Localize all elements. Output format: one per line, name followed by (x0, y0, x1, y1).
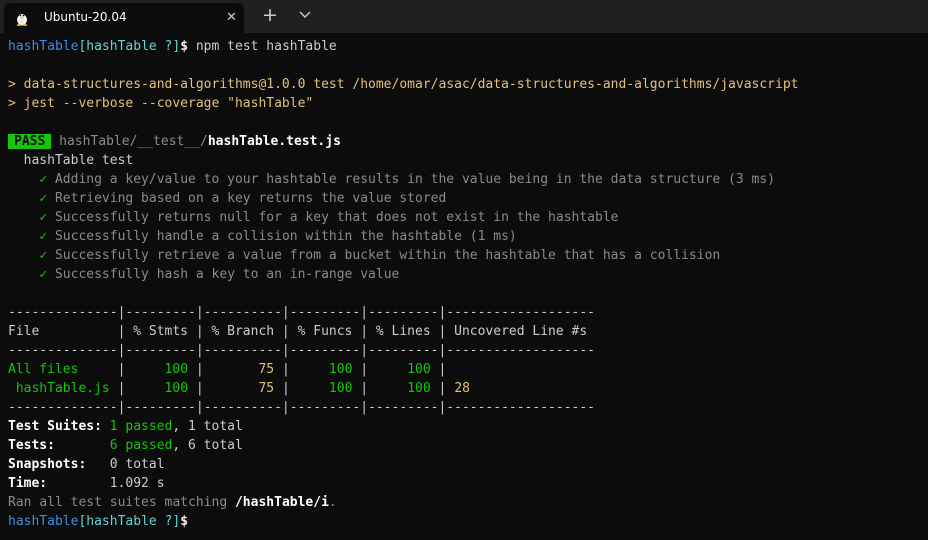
chevron-down-icon[interactable] (298, 9, 312, 21)
prompt-symbol: $ (180, 514, 189, 529)
coverage-row: All files | 100 | 75 | 100 | 100 | (8, 360, 920, 379)
pass-badge: PASS (8, 134, 52, 149)
test-case-label: Retrieving based on a key returns the va… (54, 191, 447, 206)
suite-name: hashTable test (23, 153, 134, 168)
test-case-label: Adding a key/value to your hashtable res… (54, 172, 776, 187)
check-icon: ✓ (39, 248, 48, 263)
check-icon: ✓ (39, 267, 48, 282)
coverage-uncovered: 28 (454, 381, 471, 396)
test-case: ✓ Adding a key/value to your hashtable r… (8, 170, 920, 189)
test-file-line: PASS hashTable/__test__/hashTable.test.j… (8, 132, 920, 151)
test-case: ✓ Successfully retrieve a value from a b… (8, 246, 920, 265)
summary-ran: Ran all test suites matching /hashTable/… (8, 495, 337, 510)
new-tab-button[interactable]: + (262, 5, 278, 25)
coverage-stmts: 100 (125, 381, 189, 396)
test-case: ✓ Retrieving based on a key returns the … (8, 189, 920, 208)
test-path-file: hashTable.test.js (207, 134, 341, 149)
coverage-header: File | % Stmts | % Branch | % Funcs | % … (8, 324, 588, 339)
terminal-output[interactable]: hashTable[hashTable ?]$ npm test hashTab… (8, 37, 920, 531)
coverage-separator: --------------|---------|----------|----… (8, 400, 595, 415)
linux-tux-icon (16, 11, 28, 26)
prompt-branch: [hashTable ?] (78, 39, 181, 54)
coverage-lines: 100 (368, 362, 431, 377)
test-case-label: Successfully retrieve a value from a buc… (54, 248, 721, 263)
check-icon: ✓ (39, 191, 48, 206)
coverage-file: hashTable.js (8, 381, 118, 396)
coverage-row: hashTable.js | 100 | 75 | 100 | 100 | 28 (8, 381, 471, 396)
close-icon[interactable]: ✕ (226, 10, 237, 26)
prompt-line: hashTable[hashTable ?]$ npm test hashTab… (8, 37, 920, 56)
coverage-uncovered (446, 362, 454, 377)
coverage-branch: 75 (203, 362, 275, 377)
script-line: > jest --verbose --coverage "hashTable" (8, 96, 314, 111)
tab-ubuntu[interactable]: Ubuntu-20.04 ✕ (4, 3, 244, 33)
coverage-rows: All files | 100 | 75 | 100 | 100 | hashT… (8, 360, 920, 398)
coverage-funcs: 100 (289, 362, 353, 377)
prompt-line: hashTable[hashTable ?]$ (8, 512, 920, 531)
check-icon: ✓ (39, 229, 48, 244)
coverage-file: All files (8, 362, 118, 377)
check-icon: ✓ (39, 210, 48, 225)
prompt-symbol: $ (180, 39, 189, 54)
coverage-stmts: 100 (125, 362, 189, 377)
test-case: ✓ Successfully hash a key to an in-range… (8, 265, 920, 284)
prompt-command: npm test hashTable (188, 39, 337, 54)
summary-snapshots: Snapshots: 0 total (8, 457, 165, 472)
prompt-branch: [hashTable ?] (78, 514, 181, 529)
tab-title: Ubuntu-20.04 (44, 10, 127, 24)
summary-time: Time: 1.092 s (8, 476, 165, 491)
test-case-label: Successfully handle a collision within t… (54, 229, 517, 244)
check-icon: ✓ (39, 172, 48, 187)
test-case-label: Successfully returns null for a key that… (54, 210, 619, 225)
test-case: ✓ Successfully returns null for a key th… (8, 208, 920, 227)
test-case-label: Successfully hash a key to an in-range v… (54, 267, 400, 282)
prompt-dir: hashTable (8, 39, 79, 54)
coverage-separator: --------------|---------|----------|----… (8, 305, 595, 320)
test-path-prefix: hashTable/__test__/ (59, 134, 208, 149)
coverage-separator: --------------|---------|----------|----… (8, 343, 595, 358)
prompt-dir: hashTable (8, 514, 79, 529)
title-bar: Ubuntu-20.04 ✕ + (0, 0, 928, 33)
summary-suites: Test Suites: 1 passed, 1 total (8, 419, 243, 434)
test-list: ✓ Adding a key/value to your hashtable r… (8, 170, 920, 284)
summary-tests: Tests: 6 passed, 6 total (8, 438, 243, 453)
script-line: > data-structures-and-algorithms@1.0.0 t… (8, 77, 799, 92)
coverage-funcs: 100 (289, 381, 353, 396)
test-case: ✓ Successfully handle a collision within… (8, 227, 920, 246)
coverage-branch: 75 (203, 381, 275, 396)
coverage-lines: 100 (368, 381, 431, 396)
